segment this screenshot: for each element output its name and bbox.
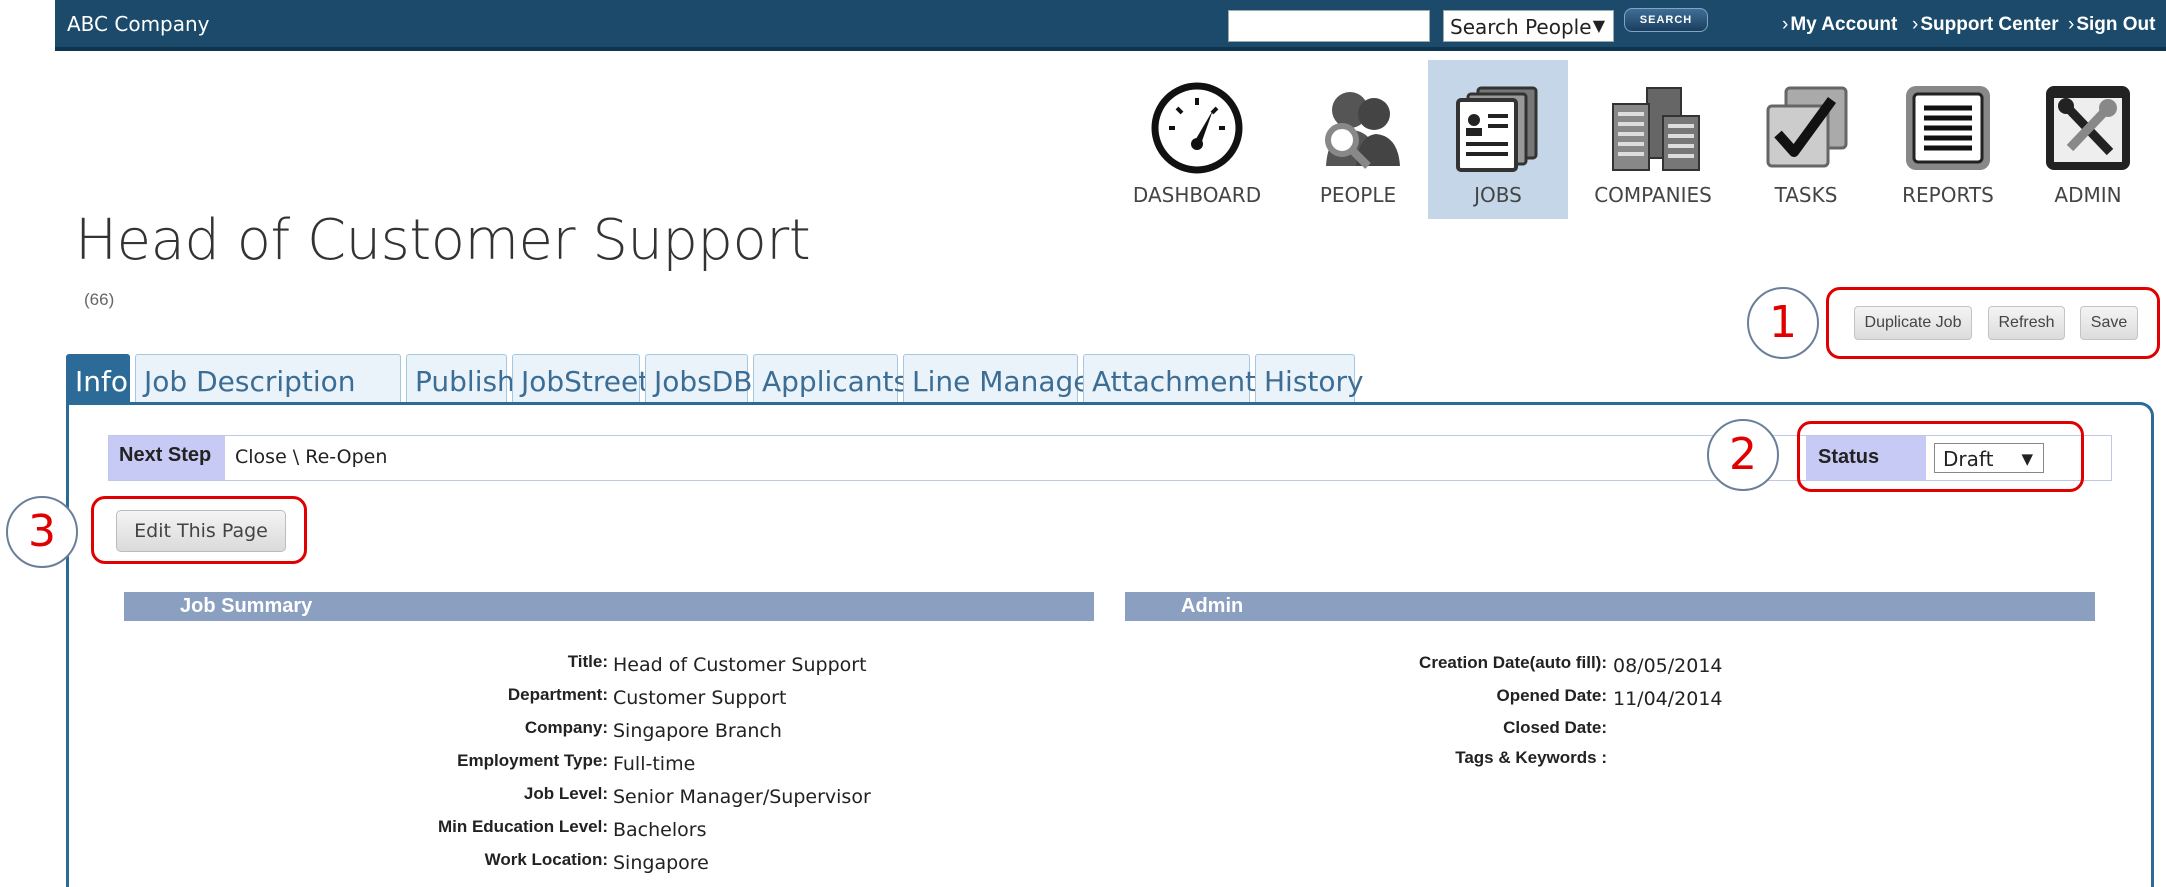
job-summary-heading: Job Summary xyxy=(124,592,1094,621)
nav-label: TASKS xyxy=(1774,183,1838,207)
tab-applicants[interactable]: Applicants xyxy=(753,354,908,404)
next-step-label: Next Step xyxy=(109,436,225,480)
dropdown-arrow-icon: ▼ xyxy=(1592,16,1605,35)
field-label: Department: xyxy=(507,685,608,704)
tab-job-description[interactable]: Job Description xyxy=(135,354,401,404)
field-label: Min Education Level: xyxy=(437,817,608,836)
field-label: Work Location: xyxy=(484,850,608,869)
tab-jobsdb[interactable]: JobsDB xyxy=(645,354,753,404)
gauge-icon xyxy=(1151,82,1243,174)
support-center-link[interactable]: › Support Center xyxy=(1912,14,2059,36)
chevron-right-icon: › xyxy=(1912,14,1919,35)
callout-highlight-3 xyxy=(91,496,307,564)
title-value: Head of Customer Support xyxy=(613,654,867,676)
field-row: Min Education Level: xyxy=(0,817,608,847)
field-row: Creation Date(auto fill): xyxy=(1000,653,1607,683)
field-row: Tags & Keywords : xyxy=(1000,748,1607,778)
tab-info[interactable]: Info xyxy=(66,354,130,404)
callout-highlight-2 xyxy=(1797,421,2084,492)
jobs-cards-icon xyxy=(1456,86,1538,172)
search-scope-value: Search People xyxy=(1450,15,1592,39)
checkbox-icon xyxy=(1766,86,1848,168)
nav-label: JOBS xyxy=(1474,183,1522,207)
department-value: Customer Support xyxy=(613,687,787,709)
tab-history[interactable]: History xyxy=(1255,354,1364,404)
chevron-right-icon: › xyxy=(2068,14,2075,35)
nav-jobs[interactable]: JOBS xyxy=(1428,60,1568,219)
callout-highlight-1 xyxy=(1826,287,2160,359)
field-row: Title: xyxy=(0,652,608,682)
creation-date-value: 08/05/2014 xyxy=(1613,655,1723,677)
nav-people[interactable]: PEOPLE xyxy=(1288,60,1428,219)
work-location-value: Singapore xyxy=(613,852,709,874)
field-row: Job Level: xyxy=(0,784,608,814)
my-account-link[interactable]: › My Account xyxy=(1782,14,1897,36)
field-row: Opened Date: xyxy=(1000,686,1607,716)
field-row: Department: xyxy=(0,685,608,715)
record-count: (66) xyxy=(84,290,115,309)
company-name: ABC Company xyxy=(67,12,210,36)
search-button[interactable]: SEARCH xyxy=(1624,8,1708,32)
chevron-right-icon: › xyxy=(1782,14,1789,35)
field-label: Job Level: xyxy=(523,784,608,803)
sign-out-link[interactable]: › Sign Out xyxy=(2068,14,2155,36)
field-row: Company: xyxy=(0,718,608,748)
field-row: Work Location: xyxy=(0,850,608,880)
callout-number-1: 1 xyxy=(1747,287,1819,359)
nav-label: DASHBOARD xyxy=(1132,183,1262,207)
field-label: Title: xyxy=(567,652,608,671)
report-icon xyxy=(1906,86,1990,170)
field-label: Creation Date(auto fill): xyxy=(1419,653,1607,672)
field-row: Employment Type: xyxy=(0,751,608,781)
nav-admin[interactable]: ADMIN xyxy=(2018,60,2158,219)
callout-number-2: 2 xyxy=(1707,419,1779,491)
opened-date-value: 11/04/2014 xyxy=(1613,688,1723,710)
field-label: Tags & Keywords : xyxy=(1455,748,1607,767)
nav-label: ADMIN xyxy=(2054,183,2122,207)
field-label: Opened Date: xyxy=(1496,686,1607,705)
tools-icon xyxy=(2046,86,2130,170)
admin-heading: Admin xyxy=(1125,592,2095,621)
tab-jobstreet[interactable]: JobStreet xyxy=(512,354,649,404)
callout-number-3: 3 xyxy=(6,496,78,568)
field-label: Employment Type: xyxy=(457,751,608,770)
nav-label: COMPANIES xyxy=(1594,183,1712,207)
job-level-value: Senior Manager/Supervisor xyxy=(613,786,871,808)
field-row: Closed Date: xyxy=(1000,718,1607,748)
next-step-value[interactable]: Close \ Re-Open xyxy=(235,446,387,468)
field-label: Closed Date: xyxy=(1503,718,1607,737)
search-scope-select[interactable]: Search People ▼ xyxy=(1443,10,1614,42)
nav-label: PEOPLE xyxy=(1319,183,1397,207)
page-title: Head of Customer Support xyxy=(75,208,811,273)
tab-line-manager[interactable]: Line Manager xyxy=(903,354,1102,404)
employment-type-value: Full-time xyxy=(613,753,696,775)
people-search-icon xyxy=(1325,92,1400,169)
field-label: Company: xyxy=(524,718,608,737)
nav-companies[interactable]: COMPANIES xyxy=(1583,60,1723,219)
education-level-value: Bachelors xyxy=(613,819,707,841)
nav-reports[interactable]: REPORTS xyxy=(1878,60,2018,219)
nav-label: REPORTS xyxy=(1902,183,1994,207)
nav-dashboard[interactable]: DASHBOARD xyxy=(1127,60,1267,219)
search-input[interactable] xyxy=(1228,10,1430,42)
buildings-icon xyxy=(1612,87,1700,171)
tab-attachments[interactable]: Attachments xyxy=(1083,354,1271,404)
nav-tasks[interactable]: TASKS xyxy=(1736,60,1876,219)
tab-publish[interactable]: Publish xyxy=(406,354,515,404)
company-value: Singapore Branch xyxy=(613,720,782,742)
